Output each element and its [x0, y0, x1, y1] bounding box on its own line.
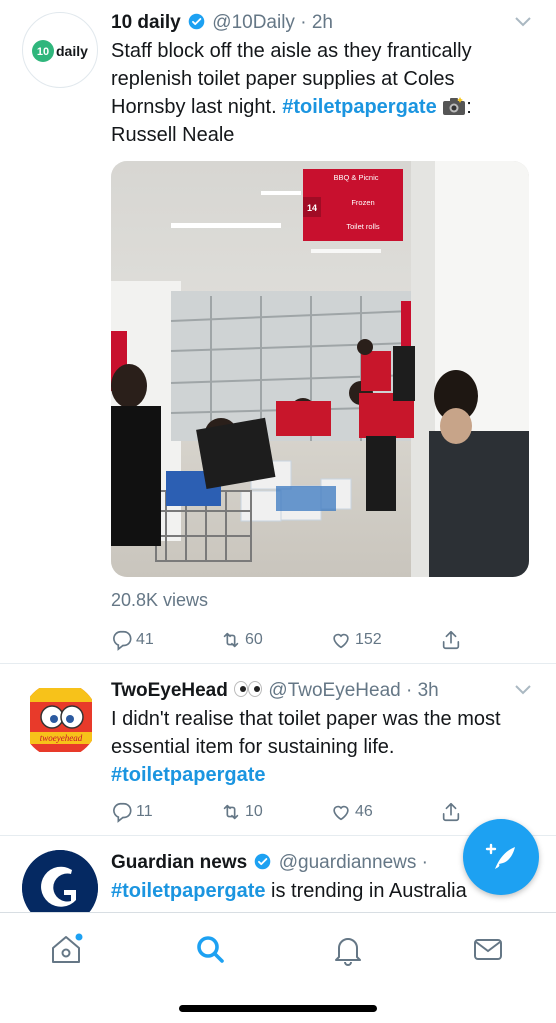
compose-tweet-button[interactable] [463, 819, 539, 895]
sign-text-frozen: Frozen [351, 198, 374, 207]
camera-icon [442, 96, 466, 116]
retweet-icon [223, 804, 239, 820]
retweet-count: 60 [245, 631, 263, 648]
retweet-button[interactable]: 60 [220, 628, 263, 652]
twoeyehead-logo: twoeyehead [30, 688, 92, 752]
hashtag-link[interactable]: #toiletpapergate [111, 764, 265, 786]
tweet-header: 10 daily @10Daily · 2h [111, 10, 542, 36]
tweet-twoeyehead[interactable]: twoeyehead TwoEyeHead @TwoEyeHead · 3h I… [0, 664, 556, 836]
sign-text-bbq: BBQ & Picnic [333, 173, 378, 182]
search-icon [197, 936, 224, 963]
share-button[interactable] [440, 628, 465, 652]
reply-button[interactable]: 11 [111, 800, 153, 824]
author-handle[interactable]: @10Daily [212, 12, 295, 33]
tweet-media-video[interactable]: BBQ & Picnic 14 Frozen Toilet rolls [111, 161, 529, 577]
compose-feather-icon [485, 843, 515, 869]
like-button[interactable]: 46 [330, 800, 373, 824]
tweet-text: I didn't realise that toilet paper was t… [111, 708, 501, 786]
tweet-text: Staff block off the aisle as they franti… [111, 40, 472, 146]
avatar-label: twoeyehead [40, 733, 83, 743]
reply-count: 11 [136, 803, 153, 820]
hashtag-link[interactable]: #toiletpapergate [282, 96, 436, 118]
guardian-logo [22, 850, 98, 912]
avatar-10daily[interactable]: 10 daily [22, 12, 98, 88]
hashtag-link[interactable]: #toiletpapergate [111, 880, 265, 902]
like-count: 152 [355, 631, 382, 648]
tab-search[interactable] [192, 931, 228, 967]
avatar-twoeyehead[interactable]: twoeyehead [22, 682, 98, 758]
heart-icon [333, 633, 349, 649]
retweet-button[interactable]: 10 [220, 800, 263, 824]
tweet-10daily[interactable]: 10 daily 10 daily @10Daily · 2h Staff bl… [0, 0, 556, 664]
home-indicator [179, 1005, 377, 1012]
author-name[interactable]: Guardian news [111, 852, 247, 873]
tweet-actions: 11 10 46 [111, 800, 491, 824]
like-button[interactable]: 152 [330, 628, 382, 652]
share-button[interactable] [440, 800, 465, 824]
reply-icon [113, 630, 132, 651]
verified-badge-icon [255, 853, 271, 870]
author-handle[interactable]: @guardiannews · [279, 852, 428, 873]
heart-icon [333, 805, 349, 821]
messages-icon [474, 939, 502, 960]
tweet-time: · 3h [406, 680, 439, 701]
store-aisle-image: BBQ & Picnic 14 Frozen Toilet rolls [111, 161, 529, 577]
eyes-emoji-icon [233, 679, 263, 697]
verified-badge-icon [188, 13, 205, 30]
tab-messages[interactable] [470, 931, 506, 967]
author-name[interactable]: 10 daily [111, 12, 181, 33]
like-count: 46 [355, 803, 373, 820]
author-handle[interactable]: @TwoEyeHead [268, 680, 400, 701]
tweet-header: TwoEyeHead @TwoEyeHead · 3h [111, 678, 542, 704]
chevron-down-icon[interactable] [514, 684, 532, 696]
sign-text-aisle: 14 [307, 203, 317, 213]
svg-text:daily: daily [56, 43, 88, 59]
tweet-time: · 2h [300, 12, 333, 33]
retweet-icon [223, 632, 239, 648]
chevron-down-icon[interactable] [514, 16, 532, 28]
tweet-actions: 41 60 152 [111, 628, 491, 652]
notifications-icon [335, 938, 361, 966]
reply-icon [113, 802, 132, 823]
share-icon [442, 802, 460, 822]
reply-count: 41 [136, 631, 154, 648]
retweet-count: 10 [245, 803, 263, 820]
author-name[interactable]: TwoEyeHead [111, 680, 228, 701]
10daily-logo: 10 daily [32, 40, 88, 62]
tab-home[interactable] [48, 931, 84, 967]
reply-button[interactable]: 41 [111, 628, 154, 652]
share-icon [442, 630, 460, 650]
svg-text:10: 10 [37, 46, 49, 58]
avatar-guardian[interactable] [22, 850, 98, 912]
view-count: 20.8K views [111, 590, 209, 610]
tab-notifications[interactable] [330, 931, 366, 967]
sign-text-toilet-rolls: Toilet rolls [346, 222, 380, 231]
home-icon [52, 933, 83, 963]
